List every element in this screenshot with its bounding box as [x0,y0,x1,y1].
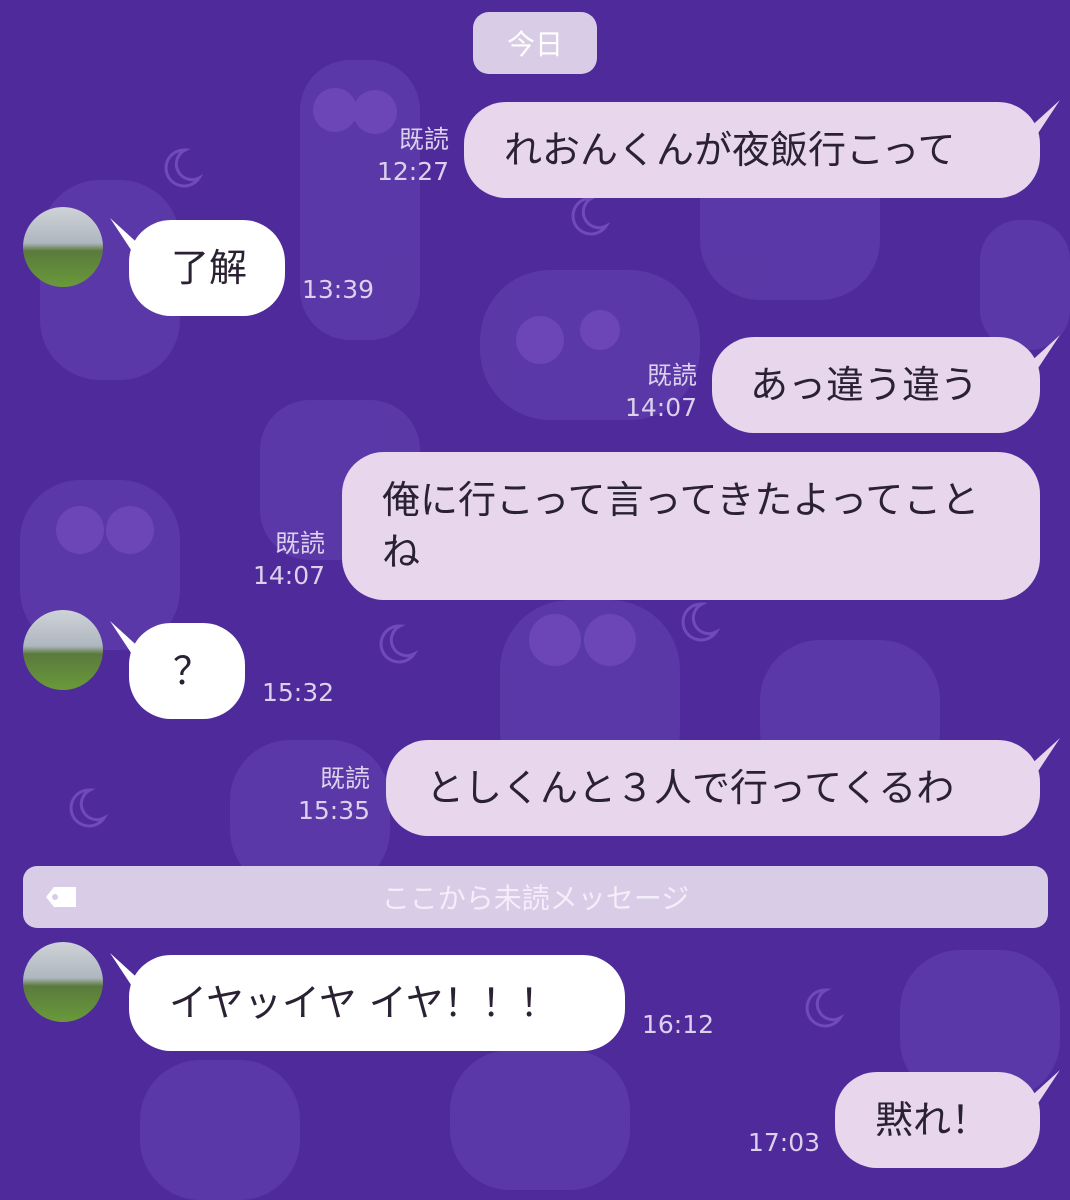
outgoing-message-bubble[interactable]: あっ違う違う [712,337,1040,433]
message-time: 14:07 [624,393,697,422]
message-text: ？ [173,649,212,693]
avatar[interactable] [23,610,103,690]
message-time: 15:35 [297,796,370,825]
moon-icon [805,988,845,1028]
message-meta: 既読 14:07 [625,360,697,424]
unread-divider: ここから未読メッセージ [23,866,1048,928]
date-separator: 今日 [473,12,597,74]
message-meta: 既読 12:27 [377,124,449,188]
message-meta: 既読 15:35 [298,763,370,827]
moon-icon [681,602,721,642]
message-time: 14:07 [252,561,325,590]
message-text: 了解 [171,246,248,290]
moon-icon [379,624,419,664]
moon-icon [164,148,204,188]
message-text: 黙れ！ [875,1098,990,1142]
message-text: れおんくんが夜飯行こって [504,128,956,172]
message-time: 15:32 [262,678,335,707]
message-text: としくんと３人で行ってくるわ [426,766,955,810]
incoming-message-bubble[interactable]: イヤッイヤ イヤ！！！ [129,955,625,1051]
tag-icon [46,887,76,907]
outgoing-message-bubble[interactable]: としくんと３人で行ってくるわ [386,740,1040,836]
avatar[interactable] [23,942,103,1022]
message-time: 13:39 [302,275,375,304]
read-receipt: 既読 [274,529,325,558]
message-text: あっ違う違う [750,363,979,407]
message-time: 12:27 [376,157,449,186]
moon-icon [69,788,109,828]
outgoing-message-bubble[interactable]: 俺に行こって言ってきたよってことね [342,452,1040,600]
read-receipt: 既読 [398,125,449,154]
avatar[interactable] [23,207,103,287]
outgoing-message-bubble[interactable]: 黙れ！ [835,1072,1040,1168]
message-time: 16:12 [642,1010,715,1039]
moon-icon [571,196,611,236]
incoming-message-bubble[interactable]: 了解 [129,220,285,316]
message-text: 俺に行こって言ってきたよってことね [382,478,980,574]
read-receipt: 既読 [319,764,370,793]
outgoing-message-bubble[interactable]: れおんくんが夜飯行こって [464,102,1040,198]
message-meta: 既読 14:07 [253,528,325,592]
incoming-message-bubble[interactable]: ？ [129,623,245,719]
read-receipt: 既読 [646,361,697,390]
message-time: 17:03 [748,1128,821,1157]
message-text: イヤッイヤ イヤ！！！ [169,981,558,1025]
